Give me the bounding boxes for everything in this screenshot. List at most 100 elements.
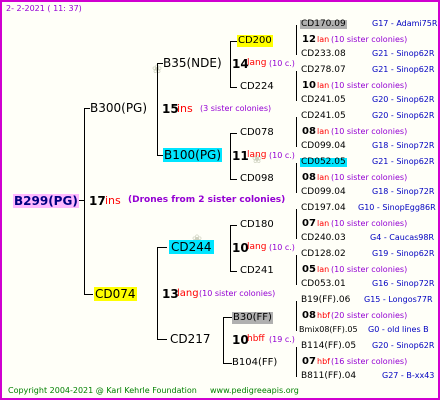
queen-gen4[interactable]: B114(FF).05 [301, 342, 356, 351]
queen-gen2[interactable]: CD217 [170, 333, 211, 345]
connector [230, 133, 231, 179]
connector [296, 163, 297, 193]
queen-gen4[interactable]: B811(FF).04 [301, 372, 356, 381]
line-label: G0 - old lines B [368, 325, 429, 334]
gen4-number: 10 [302, 80, 316, 91]
queen-gen4[interactable]: CD233.08 [301, 50, 346, 59]
line-label: G17 - Adami75R [372, 19, 438, 28]
connector [296, 25, 297, 55]
gen4-number: 07 [302, 218, 316, 229]
gen4-note: (10 sister colonies) [331, 35, 408, 44]
connector [296, 301, 297, 331]
gen2-lang: lang [247, 58, 267, 68]
line-label: G16 - Sinop72R [372, 279, 435, 288]
gen4-lang: lan [317, 219, 330, 228]
connector [230, 41, 237, 42]
queen-gen3[interactable]: CD098 [240, 174, 274, 184]
pedigree-frame: 2- 2-2021 ( 11: 37) ❀ ❀ ❀ B299(PG) 17 in… [0, 0, 440, 400]
gen4-lang: lan [317, 35, 330, 44]
line-label: G21 - Sinop62R [372, 65, 435, 74]
gen4-note: (10 sister colonies) [331, 81, 408, 90]
connector [296, 209, 297, 239]
queen-gen4[interactable]: CD241.05 [301, 96, 346, 105]
root-note: (Drones from 2 sister colonies) [128, 195, 286, 205]
gen4-number: 12 [302, 34, 316, 45]
connector [230, 133, 237, 134]
queen-gen2[interactable]: B100(PG) [163, 148, 223, 162]
gen4-lang: hbf [317, 357, 330, 366]
connector [157, 247, 167, 248]
connector [157, 339, 167, 340]
connector [230, 225, 237, 226]
connector [84, 294, 93, 295]
root-ins: ins [105, 194, 121, 207]
gen4-note: (10 sister colonies) [331, 127, 408, 136]
root-generation-number: 17 [89, 194, 106, 208]
connector [230, 271, 237, 272]
connector [296, 71, 297, 101]
connector [223, 317, 232, 318]
queen-gen4[interactable]: Bmix08(FF).05 [299, 326, 358, 334]
connector [157, 247, 158, 339]
queen-gen1[interactable]: B300(PG) [90, 102, 147, 114]
line-label: G20 - Sinop62R [372, 111, 435, 120]
gen2-lang: lang [247, 150, 267, 160]
connector [230, 179, 237, 180]
line-label: G10 - SinopEgg86R [358, 203, 436, 212]
queen-gen4[interactable]: CD099.04 [301, 142, 346, 151]
connector [230, 41, 231, 87]
gen4-lang: lan [317, 265, 330, 274]
queen-gen4[interactable]: CD128.02 [301, 250, 346, 259]
queen-gen4[interactable]: CD197.04 [301, 204, 346, 213]
gen1-lang: lang [177, 288, 199, 299]
queen-gen4[interactable]: CD278.07 [301, 66, 346, 75]
gen2-note: (19 c.) [269, 335, 295, 344]
print-date: 2- 2-2021 ( 11: 37) [6, 4, 82, 13]
queen-gen2[interactable]: B35(NDE) [163, 57, 222, 69]
gen4-number: 08 [302, 172, 316, 183]
gen4-number: 05 [302, 264, 316, 275]
queen-gen3[interactable]: CD241 [240, 266, 274, 276]
queen-gen3[interactable]: CD180 [240, 220, 274, 230]
gen2-note: (10 c.) [269, 59, 295, 68]
queen-gen4[interactable]: CD241.05 [301, 112, 346, 121]
gen1-ins: ins [177, 102, 193, 115]
queen-gen3[interactable]: CD078 [240, 128, 274, 138]
queen-gen3[interactable]: CD224 [240, 82, 274, 92]
gen2-lang: hbff [247, 334, 265, 344]
queen-gen4[interactable]: CD053.01 [301, 280, 346, 289]
queen-gen4[interactable]: B19(FF).06 [301, 296, 350, 305]
connector [296, 117, 297, 147]
queen-gen4[interactable]: CD099.04 [301, 188, 346, 197]
connector [230, 87, 237, 88]
queen-gen2[interactable]: CD244 [169, 240, 214, 254]
queen-root[interactable]: B299(PG) [13, 194, 79, 208]
line-label: G21 - Sinop62R [372, 49, 435, 58]
line-label: G18 - Sinop72R [372, 141, 435, 150]
line-label: G20 - Sinop62R [372, 341, 435, 350]
connector [84, 108, 85, 294]
connector [223, 363, 232, 364]
queen-gen4[interactable]: CD170.09 [300, 20, 347, 29]
connector [157, 63, 158, 155]
gen2-note: (10 c.) [269, 243, 295, 252]
gen4-note: (20 sister colonies) [331, 311, 408, 320]
website-link[interactable]: www.pedigreeapis.org [210, 387, 299, 395]
queen-gen3[interactable]: CD200 [237, 35, 273, 47]
queen-gen1[interactable]: CD074 [94, 287, 137, 301]
queen-gen3[interactable]: B30(FF) [232, 312, 273, 324]
connector [78, 200, 85, 201]
queen-gen3[interactable]: B104(FF) [232, 358, 277, 368]
gen4-note: (10 sister colonies) [331, 219, 408, 228]
gen2-lang: lang [247, 242, 267, 252]
queen-gen4[interactable]: CD052.05 [300, 158, 347, 167]
gen4-lang: lan [317, 81, 330, 90]
line-label: G20 - Sinop62R [372, 95, 435, 104]
gen1-note: (10 sister colonies) [199, 289, 276, 298]
connector [230, 225, 231, 271]
line-label: G4 - Caucas98R [370, 233, 435, 242]
gen4-number: 07 [302, 356, 316, 367]
copyright-text: Copyright 2004-2021 @ Karl Kehrle Founda… [8, 386, 197, 395]
gen2-note: (10 c.) [269, 151, 295, 160]
queen-gen4[interactable]: CD240.03 [301, 234, 346, 243]
